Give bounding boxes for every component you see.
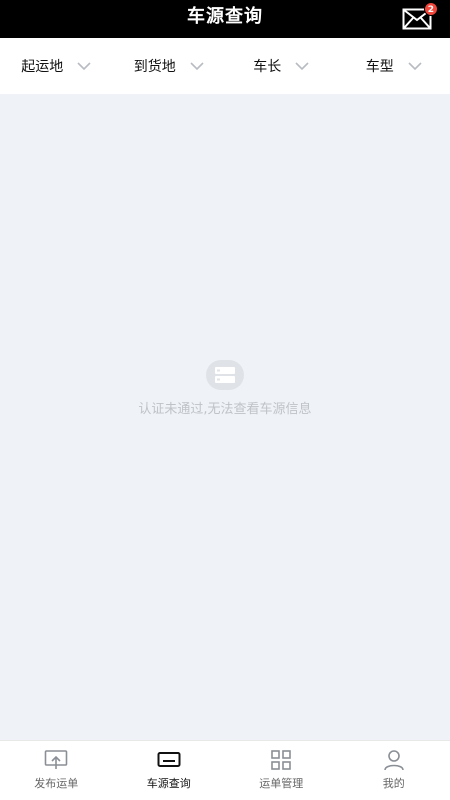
chevron-down-icon <box>190 61 204 70</box>
tab-waybill-management[interactable]: 运单管理 <box>225 741 338 800</box>
server-icon <box>206 360 244 390</box>
grid-icon <box>271 750 292 770</box>
bottom-tabbar: 发布运单 车源查询 运单管理 我的 <box>0 740 450 800</box>
tab-vehicle-search[interactable]: 车源查询 <box>113 741 226 800</box>
chevron-down-icon <box>77 61 91 70</box>
unread-badge: 2 <box>423 2 438 16</box>
filter-label: 车长 <box>253 59 282 75</box>
filter-label: 起运地 <box>21 59 64 75</box>
tab-publish[interactable]: 发布运单 <box>0 741 113 800</box>
filter-vehicle-type[interactable]: 车型 <box>338 38 450 94</box>
chevron-down-icon <box>295 61 309 70</box>
app-header: 车源查询 2 <box>0 0 450 38</box>
filter-label: 到货地 <box>133 59 176 75</box>
tab-label: 运单管理 <box>259 777 304 790</box>
tab-mine[interactable]: 我的 <box>338 741 450 800</box>
vehicle-search-icon <box>157 752 181 767</box>
tab-label: 发布运单 <box>34 777 79 790</box>
filter-bar: 起运地 到货地 车长 车型 <box>0 38 450 94</box>
filter-vehicle-length[interactable]: 车长 <box>225 38 338 94</box>
page-title: 车源查询 <box>187 6 263 27</box>
publish-icon <box>44 750 68 769</box>
empty-message: 认证未通过,无法查看车源信息 <box>138 402 312 417</box>
user-icon <box>383 750 404 771</box>
filter-origin[interactable]: 起运地 <box>0 38 113 94</box>
filter-label: 车型 <box>365 59 394 75</box>
tab-label: 我的 <box>382 777 405 790</box>
empty-state: 认证未通过,无法查看车源信息 <box>0 360 450 417</box>
chevron-down-icon <box>408 61 422 70</box>
messages-button[interactable]: 2 <box>402 2 438 32</box>
filter-destination[interactable]: 到货地 <box>113 38 226 94</box>
tab-label: 车源查询 <box>146 777 191 790</box>
